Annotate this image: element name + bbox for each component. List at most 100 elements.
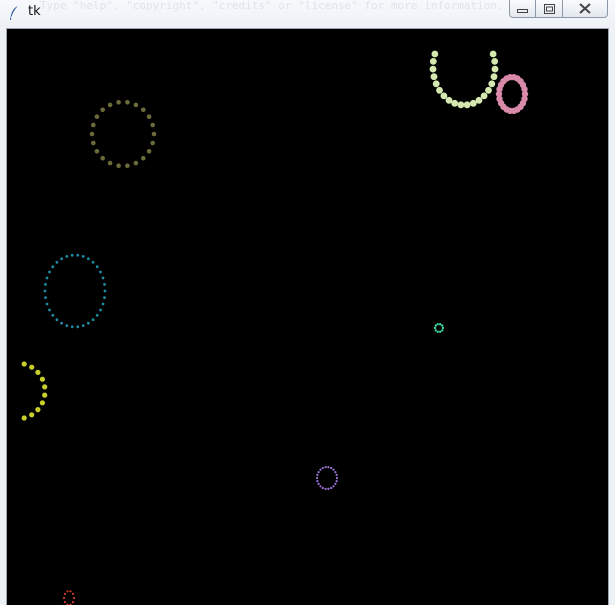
ring-dot [324, 487, 327, 490]
ring-dot [81, 324, 85, 327]
ring-dot [432, 80, 440, 88]
ring-dot [315, 476, 319, 480]
ring-dot [488, 80, 496, 88]
ring-dot [89, 131, 95, 137]
ring-dot [436, 86, 443, 94]
ring-dot [95, 313, 99, 317]
ring-dot [42, 384, 48, 390]
ring-dot [321, 466, 324, 470]
ring-dot [39, 376, 46, 382]
ring-dot [71, 601, 75, 604]
ring-dot [69, 590, 72, 593]
ring-dot [485, 86, 492, 94]
ring-dot [521, 86, 528, 93]
ring-dot [55, 318, 59, 322]
ring-dot [62, 596, 66, 600]
ring-dot [76, 253, 80, 257]
ring-dot [319, 468, 322, 471]
ring-dot [87, 257, 90, 261]
ring-dot [107, 102, 113, 108]
ring-dot [39, 400, 46, 406]
ring-dot [429, 58, 437, 65]
ring-dot [125, 100, 130, 105]
ring-dot [100, 155, 105, 161]
close-button[interactable] [563, 0, 608, 18]
ring-dot [21, 415, 27, 421]
ring-dot [48, 308, 51, 312]
ring-dot [91, 122, 96, 128]
tk-canvas[interactable] [6, 28, 609, 605]
ring-dot [151, 131, 157, 137]
ring-dot [439, 330, 442, 333]
ring-dot [99, 308, 102, 312]
ring-dot [35, 407, 41, 413]
ring-dot [441, 329, 444, 332]
ring-dot [60, 257, 63, 261]
ring-drawing [21, 50, 529, 605]
ring-dot [42, 392, 48, 398]
ring-dot [141, 107, 146, 113]
ring-dot [44, 283, 47, 286]
ring-dot [316, 473, 319, 476]
title-bar[interactable]: Type "help", "copyright", "credits" or "… [0, 0, 615, 25]
ring-dot [21, 361, 27, 367]
ring-dot [63, 592, 67, 596]
ring-yellow [21, 361, 48, 421]
ring-dot [434, 324, 437, 327]
ring-dot [100, 107, 105, 113]
ring-dot [429, 65, 437, 73]
feather-icon [8, 5, 20, 21]
ring-dot [35, 369, 41, 375]
ring-dot [330, 466, 333, 470]
ring-dot [70, 325, 74, 329]
ring-dot [457, 101, 465, 109]
ring-dot [133, 160, 139, 166]
ring-dot [332, 468, 335, 471]
ring-dot [103, 296, 106, 299]
ring-dot [65, 324, 69, 327]
ring-dot [44, 296, 47, 299]
ring-dot [433, 326, 437, 330]
ring-dot [334, 471, 337, 474]
ring-dot [430, 73, 438, 81]
ring-dot [94, 114, 100, 119]
ring-dot [133, 102, 139, 108]
window-title: tk [28, 4, 41, 19]
background-artifact-text: Type "help", "copyright", "credits" or "… [40, 0, 504, 12]
ring-purple [315, 466, 339, 490]
ring-dot [327, 466, 330, 469]
ring-dot [335, 476, 339, 480]
ring-dot [469, 99, 477, 107]
ring-dot [332, 485, 335, 488]
ring-dot [60, 321, 63, 325]
ring-dot [103, 283, 106, 286]
ring-dot [431, 50, 439, 58]
ring-dot [43, 289, 47, 293]
ring-dot [48, 270, 51, 274]
ring-dot [324, 466, 327, 469]
ring-dot [334, 482, 337, 485]
ring-dot [319, 485, 322, 488]
ring-dot [317, 471, 320, 474]
ring-dot [65, 255, 69, 258]
ring-dot [51, 265, 55, 269]
ring-dot [45, 302, 49, 306]
ring-dot [490, 73, 498, 81]
minimize-icon [517, 0, 528, 18]
ring-dot [107, 160, 113, 166]
ring-dot [101, 302, 105, 306]
maximize-button[interactable] [536, 0, 563, 18]
ring-dot [316, 480, 319, 483]
ring-pink [495, 74, 529, 115]
ring-dot [150, 122, 155, 128]
ring-green [433, 323, 445, 333]
ring-dot [81, 255, 85, 258]
ring-dot [76, 325, 80, 329]
ring-dot [463, 101, 471, 109]
ring-dot [87, 321, 90, 325]
ring-dot [91, 318, 95, 322]
ring-teal [43, 253, 107, 329]
ring-dot [330, 486, 333, 490]
minimize-button[interactable] [509, 0, 536, 18]
ring-dot [436, 330, 439, 333]
